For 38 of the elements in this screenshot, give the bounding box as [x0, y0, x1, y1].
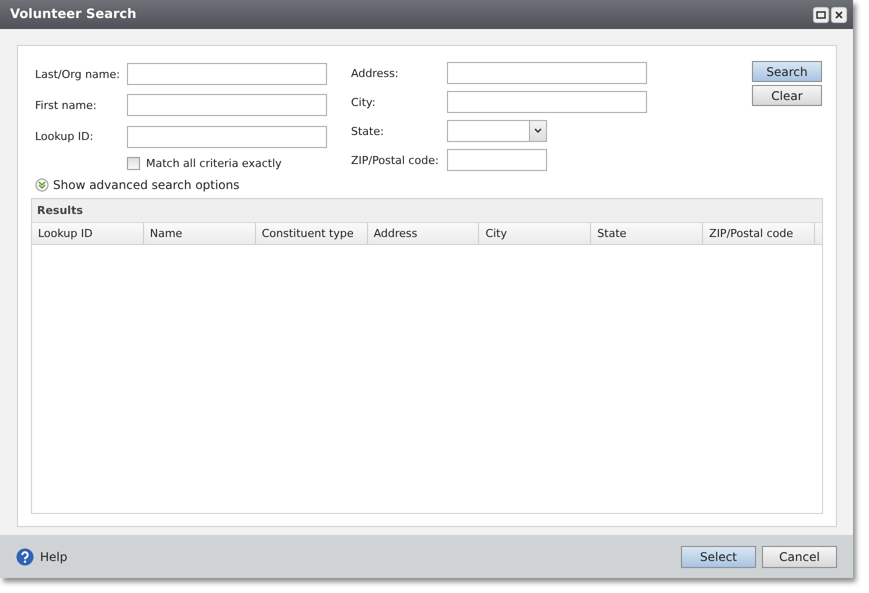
field-label: City:	[351, 96, 376, 108]
search-button[interactable]: Search	[752, 61, 822, 82]
window-title: Volunteer Search	[10, 7, 136, 22]
checkbox-label: Match all criteria exactly	[146, 156, 282, 170]
field-label: ZIP/Postal code:	[351, 154, 440, 166]
checkbox[interactable]	[127, 156, 140, 170]
field-label: Last/Org name:	[35, 68, 121, 81]
maximize-button[interactable]	[813, 6, 829, 22]
column-header[interactable]: Lookup ID	[32, 223, 144, 244]
results-title: Results	[32, 199, 822, 223]
select-button[interactable]: Select	[681, 546, 756, 568]
help-link[interactable]: Help	[16, 548, 68, 566]
close-button[interactable]	[831, 6, 847, 22]
field-label: First name:	[35, 98, 98, 112]
column-header[interactable]: State	[591, 223, 704, 244]
cancel-button[interactable]: Cancel	[762, 546, 837, 568]
input-field[interactable]	[127, 94, 327, 116]
input-field[interactable]	[127, 126, 327, 148]
field-label: State:	[351, 124, 385, 138]
column-header[interactable]: Address	[368, 223, 480, 244]
caret-icon	[534, 128, 542, 134]
input-field[interactable]	[447, 62, 647, 84]
column-header[interactable]: Name	[144, 223, 256, 244]
input-field[interactable]	[127, 63, 327, 86]
field-label: Lookup ID:	[35, 130, 94, 144]
advanced-options-toggle[interactable]: Show advanced search options	[35, 178, 240, 192]
help-icon	[16, 548, 34, 566]
input-field[interactable]	[447, 91, 647, 113]
column-header[interactable]: Constituent type	[256, 223, 368, 244]
field-label: Address:	[351, 66, 400, 80]
maximize-icon	[816, 10, 826, 18]
close-icon	[835, 10, 843, 18]
column-header[interactable]: City	[479, 223, 592, 244]
chevron-circle-icon	[35, 178, 49, 192]
input-field[interactable]	[447, 149, 547, 171]
clear-button[interactable]: Clear	[752, 85, 822, 106]
state-dropdown[interactable]	[447, 120, 547, 142]
column-header[interactable]: ZIP/Postal code	[703, 223, 816, 244]
